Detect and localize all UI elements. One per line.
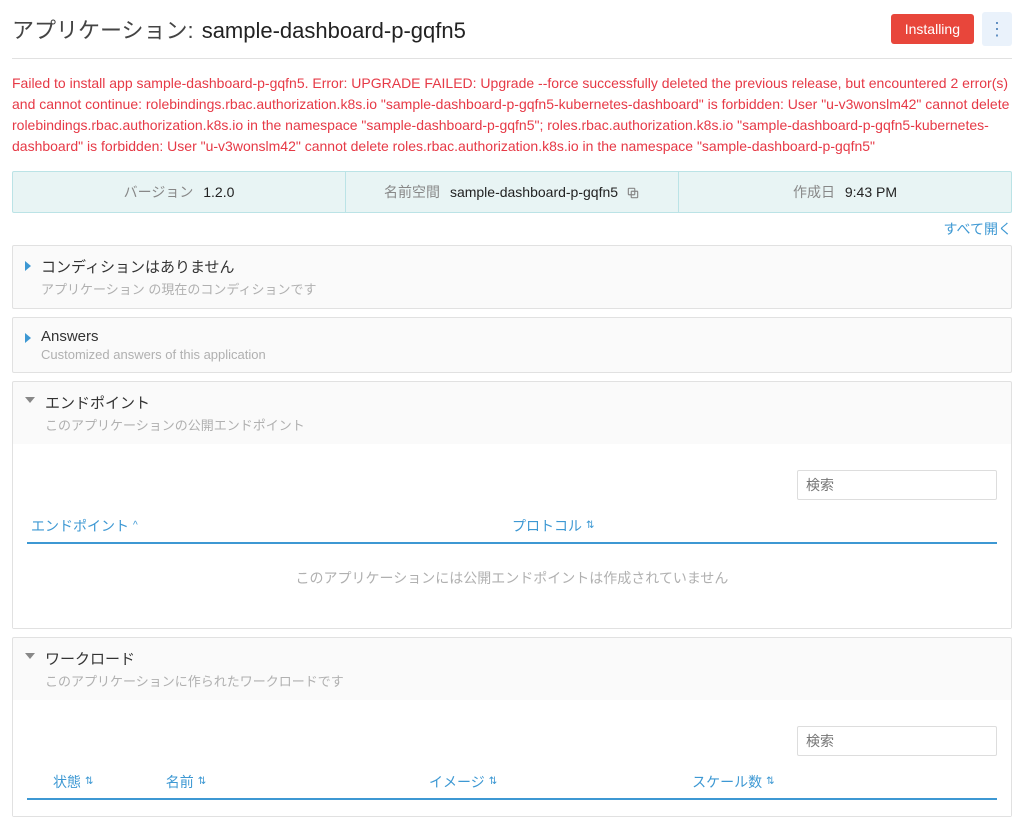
conditions-sub: アプリケーション の現在のコンディションです — [41, 279, 316, 298]
page-header: アプリケーション: sample-dashboard-p-gqfn5 Insta… — [12, 12, 1012, 59]
chevron-right-icon — [25, 261, 31, 271]
answers-title: Answers — [41, 328, 266, 345]
page-title: アプリケーション: sample-dashboard-p-gqfn5 — [12, 13, 466, 45]
endpoints-table-head: エンドポイント ^ プロトコル ⇅ — [27, 510, 997, 544]
chevron-down-icon — [25, 653, 35, 659]
expand-all-row: すべて開く — [12, 219, 1012, 239]
version-value: 1.2.0 — [203, 184, 234, 200]
status-badge: Installing — [891, 14, 974, 44]
answers-sub: Customized answers of this application — [41, 347, 266, 362]
sort-icon: ⇅ — [766, 777, 774, 787]
app-name: sample-dashboard-p-gqfn5 — [202, 18, 466, 44]
sort-icon: ⇅ — [198, 777, 206, 787]
conditions-panel: コンディションはありません アプリケーション の現在のコンディションです — [12, 245, 1012, 309]
created-label: 作成日 — [793, 184, 835, 200]
namespace-label: 名前空間 — [384, 184, 440, 200]
chevron-down-icon — [25, 397, 35, 403]
col-image[interactable]: イメージ ⇅ — [429, 772, 692, 792]
title-prefix: アプリケーション: — [12, 13, 194, 45]
workloads-title: ワークロード — [45, 648, 344, 669]
actions-menu-button[interactable]: ⋮ — [982, 12, 1012, 46]
copy-icon[interactable] — [626, 185, 640, 201]
workloads-table-head: 状態 ⇅ 名前 ⇅ イメージ ⇅ スケール数 ⇅ — [27, 766, 997, 800]
col-state[interactable]: 状態 ⇅ — [53, 772, 166, 792]
endpoints-search-input[interactable] — [797, 470, 997, 500]
col-scale[interactable]: スケール数 ⇅ — [692, 772, 899, 792]
expand-all-link[interactable]: すべて開く — [944, 221, 1012, 237]
endpoints-sub: このアプリケーションの公開エンドポイント — [45, 415, 305, 434]
sort-icon: ⇅ — [85, 777, 93, 787]
sort-icon: ⇅ — [489, 777, 497, 787]
error-message: Failed to install app sample-dashboard-p… — [12, 73, 1012, 157]
sort-icon: ^ — [133, 521, 138, 531]
sort-icon: ⇅ — [586, 521, 594, 531]
conditions-title: コンディションはありません — [41, 256, 316, 277]
created-value: 9:43 PM — [845, 184, 897, 200]
endpoints-panel-header[interactable]: エンドポイント このアプリケーションの公開エンドポイント — [13, 382, 1011, 444]
endpoints-title: エンドポイント — [45, 392, 305, 413]
workloads-panel-header[interactable]: ワークロード このアプリケーションに作られたワークロードです — [13, 638, 1011, 700]
workloads-search-input[interactable] — [797, 726, 997, 756]
header-actions: Installing ⋮ — [891, 12, 1012, 46]
col-name[interactable]: 名前 ⇅ — [166, 772, 429, 792]
info-created: 作成日 9:43 PM — [678, 172, 1011, 212]
answers-panel: Answers Customized answers of this appli… — [12, 317, 1012, 373]
endpoints-body: エンドポイント ^ プロトコル ⇅ このアプリケーションには公開エンドポイントは… — [13, 444, 1011, 628]
namespace-value: sample-dashboard-p-gqfn5 — [450, 184, 618, 200]
answers-panel-header[interactable]: Answers Customized answers of this appli… — [13, 318, 1011, 372]
info-strip: バージョン 1.2.0 名前空間 sample-dashboard-p-gqfn… — [12, 171, 1012, 213]
chevron-right-icon — [25, 333, 31, 343]
workloads-sub: このアプリケーションに作られたワークロードです — [45, 671, 344, 690]
conditions-panel-header[interactable]: コンディションはありません アプリケーション の現在のコンディションです — [13, 246, 1011, 308]
col-endpoint[interactable]: エンドポイント ^ — [31, 516, 512, 536]
workloads-body: 状態 ⇅ 名前 ⇅ イメージ ⇅ スケール数 ⇅ — [13, 700, 1011, 816]
endpoints-panel: エンドポイント このアプリケーションの公開エンドポイント エンドポイント ^ プ… — [12, 381, 1012, 629]
info-namespace: 名前空間 sample-dashboard-p-gqfn5 — [345, 172, 678, 212]
info-version: バージョン 1.2.0 — [13, 172, 345, 212]
endpoints-empty: このアプリケーションには公開エンドポイントは作成されていません — [27, 544, 997, 612]
workloads-panel: ワークロード このアプリケーションに作られたワークロードです 状態 ⇅ 名前 ⇅… — [12, 637, 1012, 817]
col-protocol[interactable]: プロトコル ⇅ — [512, 516, 594, 536]
version-label: バージョン — [124, 184, 194, 200]
